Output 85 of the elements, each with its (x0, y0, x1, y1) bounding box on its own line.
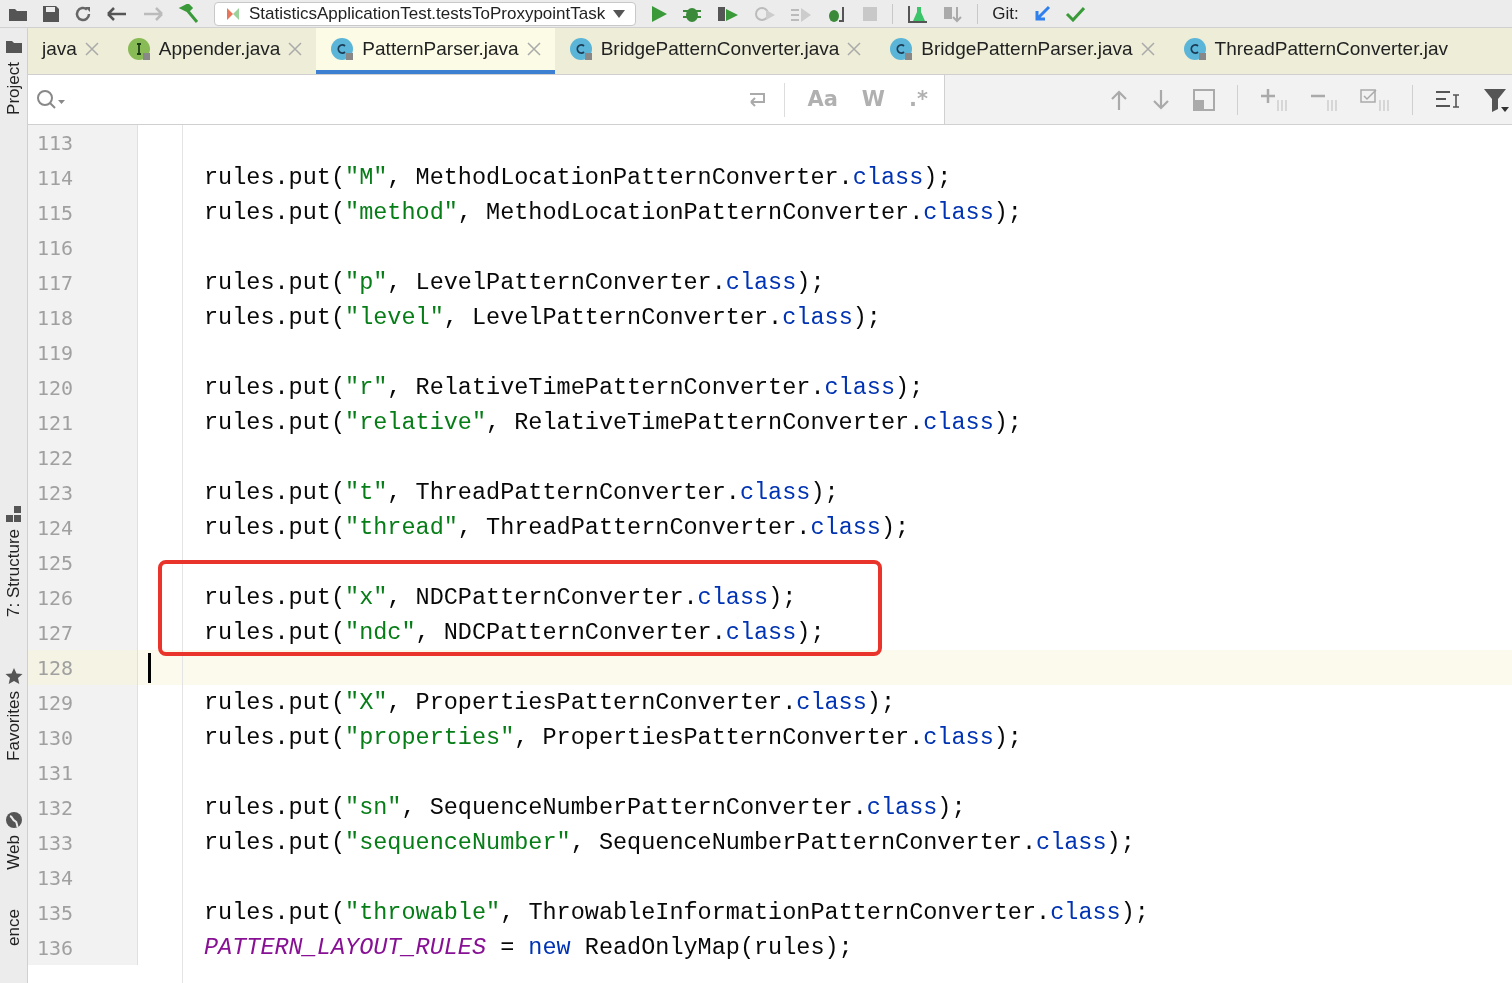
code-line: PATTERN_LAYOUT_RULES = new ReadOnlyMap(rules); (204, 932, 853, 963)
code-line: rules.put("p", LevelPatternConverter.class); (204, 267, 825, 298)
line-number: 128 (37, 654, 74, 682)
web-icon (4, 810, 23, 829)
line-number: 119 (37, 339, 74, 367)
line-number: 115 (37, 199, 74, 227)
close-icon (1140, 42, 1155, 56)
profiler-icon[interactable] (754, 4, 777, 23)
code-line: rules.put("X", PropertiesPatternConverter.class); (204, 687, 896, 718)
caret-icon (613, 9, 626, 18)
hammer-icon[interactable] (178, 3, 200, 24)
code-line: rules.put("thread", ThreadPatternConverter.class); (204, 512, 910, 543)
structure-icon (4, 504, 23, 523)
line-number: 132 (37, 794, 74, 822)
line-number: 124 (37, 514, 74, 542)
code-line: rules.put("relative", RelativeTimePatternConverter.class); (204, 407, 1022, 438)
back-arrow-icon[interactable] (106, 5, 128, 22)
line-number: 120 (37, 374, 74, 402)
select-occurrences-icon[interactable] (1360, 87, 1390, 112)
class-icon (330, 37, 355, 61)
flask-icon[interactable] (907, 4, 930, 23)
line-number: 122 (37, 444, 74, 472)
save-icon[interactable] (42, 4, 60, 23)
code-line: rules.put("M", MethodLocationPatternConverter.class); (204, 162, 952, 193)
code-line: rules.put("r", RelativeTimePatternConverter.class); (204, 372, 924, 403)
code-line: rules.put("ndc", NDCPatternConverter.class); (204, 617, 825, 648)
line-number: 121 (37, 409, 74, 437)
code-line: rules.put("properties", PropertiesPatternConverter.class); (204, 722, 1022, 753)
tool-window-button[interactable]: 7: Structure (0, 504, 27, 617)
line-number: 133 (37, 829, 74, 857)
code-line: rules.put("level", LevelPatternConverter.class); (204, 302, 881, 333)
line-number: 134 (37, 864, 74, 892)
select-all-icon[interactable] (1193, 88, 1215, 111)
favorites-icon (4, 666, 23, 685)
code-line: rules.put("sn", SequenceNumberPatternConverter.class); (204, 792, 966, 823)
close-icon (84, 42, 99, 56)
tool-window-button[interactable]: Project (0, 38, 27, 115)
up-arrow-icon[interactable] (1109, 88, 1129, 111)
line-number: 113 (37, 129, 74, 157)
code-line: rules.put("method", MethodLocationPatternConverter.class); (204, 197, 1022, 228)
line-number: 114 (37, 164, 74, 192)
code-line: rules.put("throwable", ThrowableInformationPatternConverter.class); (204, 897, 1149, 928)
close-icon (526, 42, 541, 56)
tool-window-button[interactable]: ence (0, 909, 27, 947)
filter-icon[interactable] (1483, 86, 1509, 113)
line-number: 125 (37, 549, 74, 577)
code-line: rules.put("sequenceNumber", SequenceNumberPatternConverter.class); (204, 827, 1135, 858)
code-line: rules.put("t", ThreadPatternConverter.class); (204, 477, 839, 508)
line-number: 117 (37, 269, 74, 297)
tool-window-button[interactable]: Favorites (0, 666, 27, 761)
line-number: 126 (37, 584, 74, 612)
class-icon (889, 37, 914, 61)
search-icon (36, 88, 66, 111)
filter-lines-icon[interactable] (1435, 88, 1461, 111)
interface-icon (126, 37, 151, 61)
line-number: 136 (37, 934, 74, 962)
tool-window-button[interactable]: Web (0, 810, 27, 870)
class-icon (1182, 37, 1207, 61)
editor-tab[interactable]: Appender.java (112, 28, 317, 74)
editor-tab[interactable]: ThreadPatternConverter.jav (1168, 28, 1462, 74)
line-number: 129 (37, 689, 74, 717)
line-number: 127 (37, 619, 74, 647)
close-icon (847, 42, 862, 56)
editor-tab[interactable]: BridgePatternConverter.java (554, 28, 876, 74)
forward-arrow-icon[interactable] (142, 5, 164, 22)
code-line: rules.put("x", NDCPatternConverter.class); (204, 582, 797, 613)
line-number: 130 (37, 724, 74, 752)
editor-tab[interactable]: PatternParser.java (316, 28, 555, 74)
vcs-label: Git: (992, 2, 1019, 25)
project-icon (4, 38, 23, 56)
down-arrow-icon[interactable] (1151, 88, 1171, 111)
line-number: 123 (37, 479, 74, 507)
close-icon (288, 42, 303, 56)
editor-tab[interactable]: java (28, 28, 113, 74)
line-number: 131 (37, 759, 74, 787)
sync-icon[interactable] (74, 4, 92, 23)
line-number: 116 (37, 234, 74, 262)
class-icon (568, 37, 593, 61)
line-number: 135 (37, 899, 74, 927)
line-number: 118 (37, 304, 74, 332)
checkmark-icon[interactable] (1064, 5, 1085, 22)
editor-tab[interactable]: BridgePatternParser.java (875, 28, 1169, 74)
add-occurrence-icon[interactable] (1260, 87, 1288, 112)
run-configuration-dropdown[interactable]: StatisticsApplicationTest.testsToProxypointTask (214, 1, 637, 26)
run-icon[interactable] (650, 4, 669, 23)
